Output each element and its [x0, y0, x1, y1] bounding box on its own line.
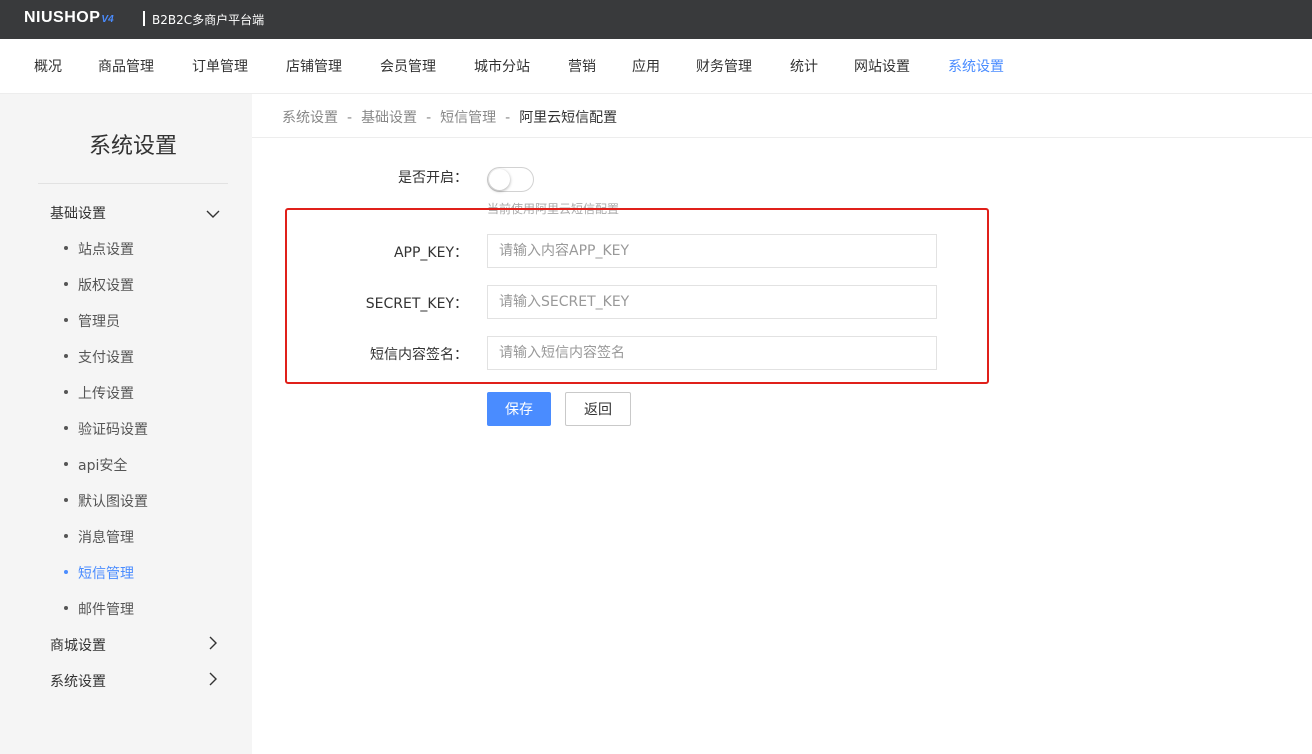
sign-label: 短信内容签名： [370, 347, 468, 363]
nav-item-website-settings[interactable]: 网站设置 [854, 56, 910, 76]
breadcrumb-item[interactable]: 系统设置 [282, 110, 338, 126]
bullet-icon [64, 354, 68, 358]
breadcrumb-current: 阿里云短信配置 [519, 110, 618, 126]
nav-item-marketing[interactable]: 营销 [568, 56, 596, 76]
sidebar-item-label: api安全 [78, 458, 128, 474]
nav-item-shops[interactable]: 店铺管理 [286, 56, 342, 76]
breadcrumb-separator: - [426, 110, 432, 126]
sidebar-item-label: 版权设置 [78, 278, 134, 294]
bullet-icon [64, 426, 68, 430]
sidebar-item-email[interactable]: 邮件管理 [64, 599, 134, 619]
bullet-icon [64, 318, 68, 322]
sidebar-title: 系统设置 [88, 134, 177, 159]
breadcrumb-bar: 系统设置 - 基础设置 - 短信管理 - 阿里云短信配置 [252, 94, 1312, 138]
nav-item-members[interactable]: 会员管理 [380, 56, 436, 76]
sidebar: 系统设置 基础设置 站点设置 版权设置 管理员 支付设置 上传设置 验证码设置 … [0, 94, 252, 754]
sidebar-item-label: 管理员 [78, 314, 120, 330]
breadcrumb: 系统设置 - 基础设置 - 短信管理 - 阿里云短信配置 [282, 107, 617, 127]
bullet-icon [64, 498, 68, 502]
logo-text: NIUSHOP [24, 9, 101, 26]
sidebar-group-system[interactable]: 系统设置 [50, 671, 106, 691]
chevron-right-icon[interactable] [205, 635, 221, 651]
top-bar: NIUSHOP V4 B2B2C多商户平台端 [0, 0, 1312, 39]
sidebar-item-messages[interactable]: 消息管理 [64, 527, 134, 547]
sidebar-item-label: 消息管理 [78, 530, 134, 546]
bullet-icon [64, 246, 68, 250]
save-button[interactable]: 保存 [487, 392, 551, 426]
bullet-icon [64, 462, 68, 466]
chevron-right-icon[interactable] [205, 671, 221, 687]
sidebar-item-label: 支付设置 [78, 350, 134, 366]
logo-version: V4 [101, 14, 114, 25]
sidebar-item-label: 短信管理 [78, 566, 134, 582]
platform-label: B2B2C多商户平台端 [152, 13, 265, 27]
bullet-icon [64, 534, 68, 538]
sign-input[interactable] [487, 336, 937, 370]
enable-label: 是否开启： [398, 170, 468, 186]
sidebar-item-captcha[interactable]: 验证码设置 [64, 419, 148, 439]
logo[interactable]: NIUSHOP V4 [24, 9, 114, 27]
sidebar-item-payment[interactable]: 支付设置 [64, 347, 134, 367]
sidebar-divider [38, 183, 228, 184]
breadcrumb-item[interactable]: 短信管理 [440, 110, 496, 126]
nav-item-finance[interactable]: 财务管理 [696, 56, 752, 76]
breadcrumb-separator: - [505, 110, 511, 126]
sidebar-item-copyright[interactable]: 版权设置 [64, 275, 134, 295]
breadcrumb-item[interactable]: 基础设置 [361, 110, 417, 126]
sidebar-item-label: 邮件管理 [78, 602, 134, 618]
sidebar-item-label: 上传设置 [78, 386, 134, 402]
bullet-icon [64, 390, 68, 394]
app-key-label: APP_KEY： [393, 245, 468, 261]
sidebar-group-mall[interactable]: 商城设置 [50, 635, 106, 655]
chevron-down-icon[interactable] [205, 206, 221, 222]
secret-key-input[interactable] [487, 285, 937, 319]
bullet-icon [64, 570, 68, 574]
back-button[interactable]: 返回 [565, 392, 631, 426]
sidebar-group-basic[interactable]: 基础设置 [50, 203, 106, 223]
nav-item-stats[interactable]: 统计 [790, 56, 818, 76]
nav-item-overview[interactable]: 概况 [34, 56, 62, 76]
logo-divider [143, 11, 145, 26]
sidebar-item-admins[interactable]: 管理员 [64, 311, 120, 331]
sidebar-item-site-settings[interactable]: 站点设置 [64, 239, 134, 259]
nav-item-system-settings[interactable]: 系统设置 [948, 56, 1004, 76]
secret-key-label: SECRET_KEY： [365, 296, 468, 312]
main-nav: 概况 商品管理 订单管理 店铺管理 会员管理 城市分站 营销 应用 财务管理 统… [0, 39, 1312, 94]
sidebar-item-default-images[interactable]: 默认图设置 [64, 491, 148, 511]
bullet-icon [64, 282, 68, 286]
breadcrumb-separator: - [347, 110, 353, 126]
sidebar-item-label: 验证码设置 [78, 422, 148, 438]
nav-item-orders[interactable]: 订单管理 [192, 56, 248, 76]
app-key-input[interactable] [487, 234, 937, 268]
nav-item-city-sites[interactable]: 城市分站 [474, 56, 530, 76]
sidebar-item-label: 站点设置 [78, 242, 134, 258]
nav-item-apps[interactable]: 应用 [632, 56, 660, 76]
sidebar-item-api-security[interactable]: api安全 [64, 455, 127, 475]
sidebar-item-upload[interactable]: 上传设置 [64, 383, 134, 403]
sidebar-item-sms[interactable]: 短信管理 [64, 563, 134, 583]
bullet-icon [64, 606, 68, 610]
sidebar-item-label: 默认图设置 [78, 494, 148, 510]
enable-switch[interactable] [487, 167, 534, 192]
nav-item-goods[interactable]: 商品管理 [98, 56, 154, 76]
switch-knob [489, 169, 510, 190]
